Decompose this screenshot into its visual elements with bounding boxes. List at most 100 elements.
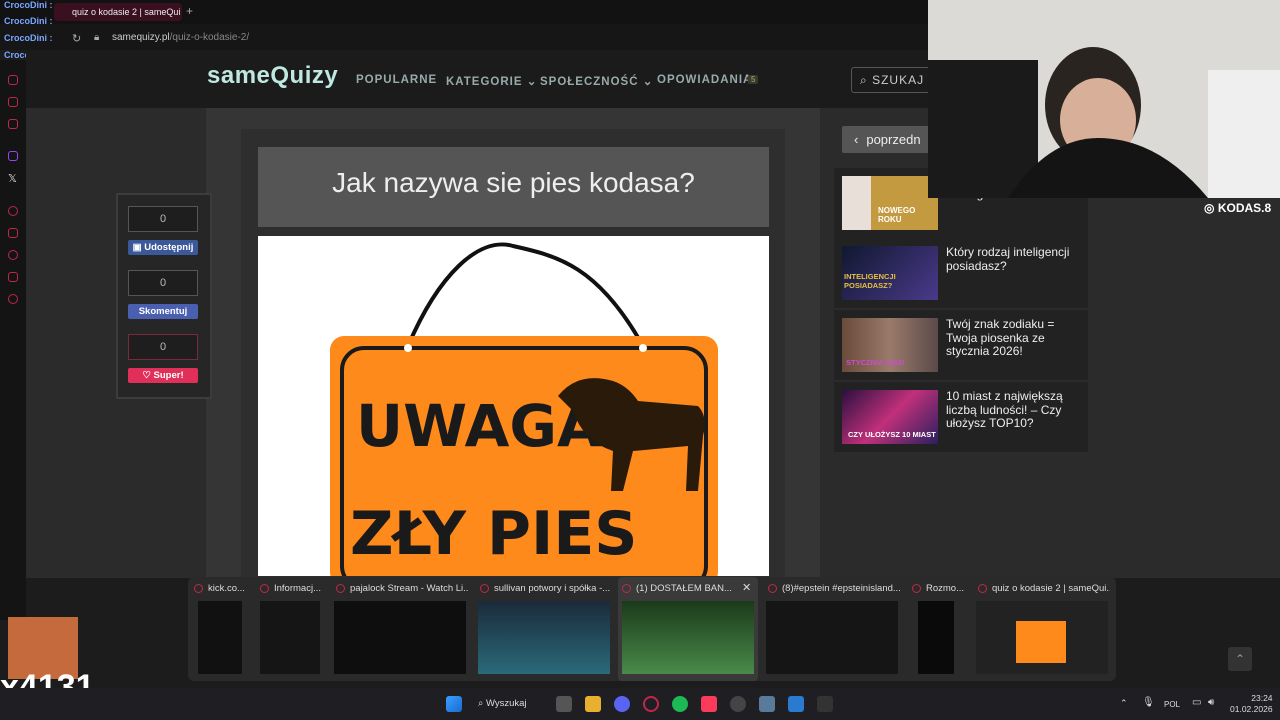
opera-icon[interactable] — [643, 696, 659, 712]
reload-icon[interactable]: ↻ — [72, 32, 81, 45]
sidebar-app-icon[interactable] — [8, 97, 18, 107]
windows-taskbar — [0, 688, 1280, 720]
nav-spolecznosc[interactable]: SPOŁECZNOŚĆ ⌄ — [540, 74, 653, 88]
window-thumbnail — [918, 601, 954, 674]
app-icon[interactable] — [730, 696, 746, 712]
related-quiz-item[interactable]: INTELIGENCJI POSIADASZ? Który rodzaj int… — [834, 238, 1088, 308]
window-thumbnail — [976, 601, 1108, 674]
share-label: Udostępnij — [144, 242, 194, 253]
comment-button[interactable]: Skomentuj — [128, 304, 198, 319]
sidebar-app-icon[interactable] — [8, 75, 18, 85]
prev-button[interactable]: ‹ poprzedn — [842, 126, 930, 153]
browser-icon — [978, 584, 987, 593]
x-icon[interactable]: 𝕏 — [8, 172, 17, 185]
sidebar-app-icon[interactable] — [8, 228, 18, 238]
window-thumbnail — [198, 601, 242, 674]
window-thumbnail — [478, 601, 610, 674]
app-icon[interactable] — [817, 696, 833, 712]
volume-icon[interactable]: 🔊︎ — [1208, 697, 1214, 708]
facebook-share-button[interactable]: ▣ Udostępnij — [128, 240, 198, 255]
sidebar-app-icon[interactable] — [8, 119, 18, 129]
share-counter: 0 — [128, 206, 198, 232]
window-title: kick.co... — [208, 583, 245, 594]
window-preview-active[interactable]: (1) DOSTAŁEM BAN... ✕ — [618, 577, 758, 681]
task-view-icon[interactable] — [556, 696, 572, 712]
window-preview[interactable]: (8)#epstein #epsteinisland... — [764, 577, 902, 681]
chat-username: CrocoDini : — [4, 16, 53, 26]
url-path: /quiz-o-kodasie-2/ — [169, 32, 250, 43]
window-preview[interactable]: kick.co... — [188, 577, 250, 681]
tray-chevron-icon[interactable]: ⌃ — [1120, 698, 1128, 709]
chevron-left-icon: ‹ — [854, 132, 859, 147]
super-counter: 0 — [128, 334, 198, 360]
thumb-text: STYCZNIA 2026! — [846, 358, 905, 367]
super-label: Super! — [153, 370, 184, 381]
taskbar-search[interactable]: ⌕ Wyszukaj — [478, 694, 546, 714]
nav-popularne[interactable]: POPULARNE — [356, 74, 437, 86]
network-icon[interactable]: ▭ — [1192, 697, 1201, 708]
window-thumbnail — [334, 601, 466, 674]
related-quiz-item[interactable]: STYCZNIA 2026! Twój znak zodiaku = Twoja… — [834, 310, 1088, 380]
url-domain: samequizy.pl — [112, 32, 170, 43]
discord-icon[interactable] — [614, 696, 630, 712]
search-label: SZUKAJ — [872, 73, 925, 87]
thumb-text: CZY UŁOŻYSZ 10 MIAST — [848, 430, 936, 439]
file-explorer-icon[interactable] — [585, 696, 601, 712]
taskbar-window-previews: kick.co... Informacj... pajalock Stream … — [188, 577, 1116, 681]
window-preview[interactable]: quiz o kodasie 2 | sameQui... — [974, 577, 1112, 681]
prev-label: poprzedn — [866, 132, 921, 147]
window-preview[interactable]: Rozmo... — [908, 577, 968, 681]
instagram-icon: ◎ — [1204, 201, 1215, 215]
nav-kategorie[interactable]: KATEGORIE ⌄ — [446, 74, 537, 88]
site-logo[interactable]: sameQuizy — [207, 62, 338, 90]
language-indicator[interactable]: POL — [1164, 700, 1180, 709]
twitch-icon[interactable] — [8, 151, 18, 161]
window-preview[interactable]: pajalock Stream - Watch Li... — [332, 577, 470, 681]
close-icon[interactable]: ✕ — [742, 581, 751, 594]
super-button[interactable]: ♡ Super! — [128, 368, 198, 383]
related-thumb: NOWEGO ROKU — [842, 176, 938, 230]
clock-time: 23:24 — [1251, 693, 1273, 703]
window-title: (8)#epstein #epsteinisland... — [782, 583, 900, 594]
window-title: sullivan potwory i spółka -... — [494, 583, 611, 594]
window-preview[interactable]: sullivan potwory i spółka -... — [476, 577, 614, 681]
window-title: (1) DOSTAŁEM BAN... — [636, 583, 732, 594]
browser-icon — [260, 584, 269, 593]
app-icon[interactable] — [788, 696, 804, 712]
new-tab-button[interactable]: + — [186, 4, 193, 18]
sign-thumb — [1016, 621, 1066, 663]
settings-icon[interactable] — [759, 696, 775, 712]
history-icon[interactable] — [8, 250, 18, 260]
browser-icon — [912, 584, 921, 593]
window-thumbnail — [260, 601, 320, 674]
browser-icon — [194, 584, 203, 593]
related-title: 10 miast z największą liczbą ludności! –… — [946, 389, 1063, 430]
window-thumbnail — [622, 601, 754, 674]
thumb-text: NOWEGO ROKU — [878, 206, 916, 224]
lock-icon: 🔒︎ — [94, 32, 100, 43]
url-text[interactable]: samequizy.pl/quiz-o-kodasie-2/ — [112, 32, 249, 43]
search-button[interactable]: ⌕ SZUKAJ — [851, 67, 930, 93]
search-icon: ⌕ — [478, 698, 484, 709]
browser-tab-active[interactable]: quiz o kodasie 2 | sameQui — [54, 3, 182, 21]
related-quiz-item[interactable]: CZY UŁOŻYSZ 10 MIAST 10 miast z najwięks… — [834, 382, 1088, 452]
window-title: Rozmo... — [926, 583, 965, 594]
browser-icon — [622, 584, 631, 593]
microphone-icon[interactable]: 🎙︎ — [1142, 697, 1155, 708]
music-icon[interactable] — [701, 696, 717, 712]
browser-icon — [768, 584, 777, 593]
facebook-icon: ▣ — [132, 242, 142, 253]
taskbar-clock[interactable]: 23:24 01.02.2026 — [1230, 693, 1273, 715]
nav-badge: 5 — [748, 75, 759, 84]
windows-start-icon[interactable] — [446, 696, 462, 712]
browser-sidebar: 𝕏 — [0, 60, 26, 620]
nav-opowiadania[interactable]: OPOWIADANIA — [657, 74, 752, 86]
settings-icon[interactable] — [8, 294, 18, 304]
browser-icon — [480, 584, 489, 593]
sidebar-app-icon[interactable] — [8, 206, 18, 216]
related-thumb: INTELIGENCJI POSIADASZ? — [842, 246, 938, 300]
sidebar-app-icon[interactable] — [8, 272, 18, 282]
scroll-top-button[interactable]: ⌃ — [1228, 647, 1252, 671]
window-preview[interactable]: Informacj... — [256, 577, 326, 681]
spotify-icon[interactable] — [672, 696, 688, 712]
